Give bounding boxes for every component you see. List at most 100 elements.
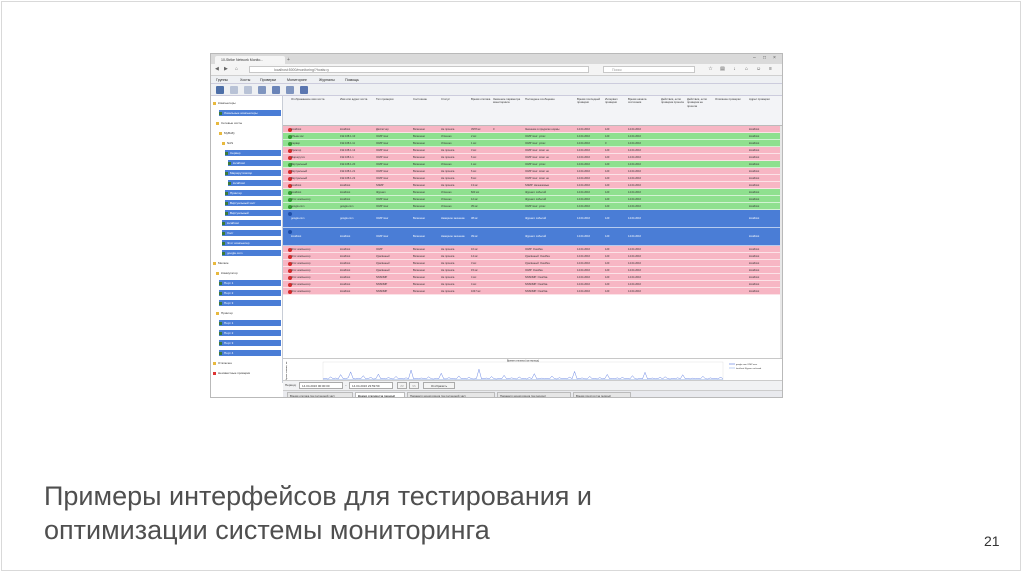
column-header[interactable]: Описание проверки: [715, 97, 747, 101]
column-header[interactable]: Значение параметра мониторинга: [493, 97, 523, 105]
tree-item[interactable]: localhost: [228, 180, 281, 186]
tree-item[interactable]: Порт 2: [219, 290, 281, 296]
home-button-icon[interactable]: ⌂: [744, 66, 749, 72]
tree-item[interactable]: Порт 1: [219, 280, 281, 286]
tree-item[interactable]: localhost: [222, 220, 281, 226]
run-check-icon[interactable]: [286, 86, 294, 94]
add-check-icon[interactable]: [258, 86, 266, 94]
tree-item[interactable]: Принтер: [216, 310, 281, 316]
period-to-field[interactable]: 14.04.2016 23:59:59: [349, 382, 393, 389]
tree-item[interactable]: Порт 3: [219, 300, 281, 306]
address-bar[interactable]: localhost:5000/monitoring/?hosts=y: [249, 66, 589, 73]
menu-hosts[interactable]: Хосты: [240, 76, 250, 84]
chart-tab[interactable]: Время простоя (за период): [573, 392, 631, 397]
table-row[interactable]: localhost localhost Журнал Включено Успешно 8…: [283, 189, 780, 196]
tree-item[interactable]: Хост: [222, 230, 281, 236]
tree-item[interactable]: Маршрутизатор: [225, 170, 281, 176]
table-row[interactable]: Виртуальный 192.168.1.20 ICMP пинг Включено…: [283, 161, 780, 168]
edit-check-icon[interactable]: [272, 86, 280, 94]
table-row[interactable]: google.com google.com ICMP пинг Включено Усп…: [283, 203, 780, 210]
tree-item[interactable]: google.com: [222, 250, 281, 256]
column-header[interactable]: Состояние: [413, 97, 439, 101]
chart-tab[interactable]: Параметр мониторинга (за последний час): [407, 392, 495, 397]
column-header[interactable]: Адрес проверки: [749, 97, 778, 101]
tree-item[interactable]: Неизвестные проверки: [213, 370, 281, 376]
tree-item[interactable]: Сетевые хосты: [216, 120, 281, 126]
table-row[interactable]: Маршрутиз 192.168.1.1 ICMP пинг Включено Не …: [283, 154, 780, 161]
browser-search-input[interactable]: Поиск: [603, 66, 695, 73]
home-icon[interactable]: ⌂: [235, 66, 238, 72]
tree-item[interactable]: Локальные компьютеры: [219, 110, 281, 116]
tree-item[interactable]: Принтер: [225, 190, 281, 196]
tree-item[interactable]: NAS: [222, 140, 281, 146]
table-row[interactable]: Этот компьютер localhost Удалённый Включено…: [283, 260, 780, 267]
table-row[interactable]: Принтер 192.168.1.12 ICMP пинг Включено Не п…: [283, 147, 780, 154]
table-row[interactable]: Сервер 192.168.1.11 ICMP пинг Включено Успеш…: [283, 140, 780, 147]
tree-item[interactable]: Коммутатор: [216, 270, 281, 276]
tree-item[interactable]: Порт 2: [219, 330, 281, 336]
delete-host-icon[interactable]: [244, 86, 252, 94]
refresh-icon[interactable]: [300, 86, 308, 94]
table-row[interactable]: Виртуальный 192.168.1.21 ICMP пинг Включено…: [283, 168, 780, 175]
period-prev-button[interactable]: <<: [397, 382, 407, 389]
table-row[interactable]: Этот компьютер localhost Удалённый Включено…: [283, 253, 780, 260]
tree-item[interactable]: Порт 1: [219, 320, 281, 326]
back-icon[interactable]: ◀: [215, 66, 219, 72]
table-row[interactable]: google.com google.com ICMP пинг Включено Нев…: [283, 210, 780, 228]
minimize-icon[interactable]: –: [753, 55, 756, 61]
table-row[interactable]: localhost localhost SNMP Включено Не прошла 1…: [283, 182, 780, 189]
table-row[interactable]: localhost localhost Диспетчер Включено Не пр…: [283, 126, 780, 133]
column-header[interactable]: Время отклика: [471, 97, 491, 101]
table-row[interactable]: Этот компьютер localhost NNSNMP Включено Не …: [283, 281, 780, 288]
edit-host-icon[interactable]: [230, 86, 238, 94]
column-header[interactable]: Последнее сообщение: [525, 97, 575, 101]
tree-item[interactable]: Виртуальный: [225, 210, 281, 216]
browser-tab[interactable]: 10-Strike Network Monito...: [215, 56, 285, 64]
new-tab-icon[interactable]: +: [287, 56, 290, 64]
menu-logs[interactable]: Журналы: [319, 76, 335, 84]
chart-tab[interactable]: Время отклика (за период): [355, 392, 405, 397]
maximize-icon[interactable]: □: [763, 55, 766, 61]
bookmarks-icon[interactable]: ▤: [720, 66, 725, 72]
column-header[interactable]: Действия, если проверка не прошла: [687, 97, 713, 108]
column-header[interactable]: Интервал проверки: [605, 97, 626, 105]
table-row[interactable]: Этот компьютер localhost Удалённый Включено…: [283, 267, 780, 274]
column-header[interactable]: Имя или адрес хоста: [340, 97, 374, 101]
chart-tab[interactable]: Время отклика (за последний час): [287, 392, 353, 397]
column-header[interactable]: Отображаемое имя хоста: [291, 97, 338, 101]
menu-icon[interactable]: ≡: [768, 66, 773, 72]
tree-item[interactable]: Виртуальный хост: [225, 200, 281, 206]
tree-item[interactable]: Мелкие: [213, 260, 281, 266]
table-row[interactable]: Этот компьютер localhost ICMP Включено Не пр…: [283, 246, 780, 253]
column-header[interactable]: Статус: [441, 97, 469, 101]
download-icon[interactable]: ↓: [732, 66, 737, 72]
host-tree[interactable]: Компьютеры Локальные компьютеры Сетевые хо…: [211, 96, 283, 383]
chat-icon[interactable]: ☺: [756, 66, 761, 72]
table-scrollbar[interactable]: [780, 126, 782, 358]
column-header[interactable]: Действия, если проверка прошла: [661, 97, 685, 105]
forward-icon[interactable]: ▶: [224, 66, 228, 72]
column-header[interactable]: Тип проверки: [376, 97, 411, 101]
column-header[interactable]: Время последней проверки: [577, 97, 603, 105]
table-row[interactable]: Обыкн.хос 192.168.1.10 ICMP пинг Включено Ус…: [283, 133, 780, 140]
table-row[interactable]: localhost localhost ICMP пинг Включено Невер…: [283, 228, 780, 246]
add-host-icon[interactable]: [216, 86, 224, 94]
star-icon[interactable]: ☆: [708, 66, 713, 72]
tree-item[interactable]: Порт 4: [219, 350, 281, 356]
table-row[interactable]: Этот компьютер localhost NNSNMP Включено Не …: [283, 288, 780, 295]
tree-item[interactable]: Этот компьютер: [222, 240, 281, 246]
column-header[interactable]: Время начала состояния: [628, 97, 659, 105]
table-row[interactable]: Этот компьютер localhost ICMP пинг Включено…: [283, 196, 780, 203]
menu-monitoring[interactable]: Мониторинг: [287, 76, 307, 84]
chart-tab[interactable]: Параметр мониторинга (за период): [497, 392, 571, 397]
tree-item[interactable]: Отключен: [213, 360, 281, 366]
tree-item[interactable]: MyBuffy: [219, 130, 281, 136]
period-next-button[interactable]: >>: [409, 382, 419, 389]
close-icon[interactable]: ×: [773, 55, 776, 61]
menu-groups[interactable]: Группы: [216, 76, 228, 84]
show-button[interactable]: Отобразить: [423, 382, 455, 389]
period-from-field[interactable]: 14.04.2016 00:00:00: [299, 382, 343, 389]
tree-item[interactable]: Компьютеры: [213, 100, 281, 106]
tree-item[interactable]: Порт 3: [219, 340, 281, 346]
menu-help[interactable]: Помощь: [345, 76, 359, 84]
